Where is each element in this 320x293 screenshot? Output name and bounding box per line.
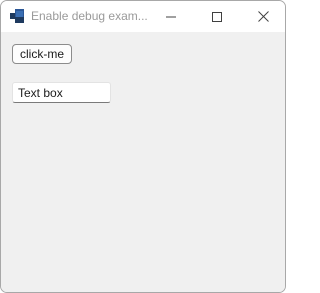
maximize-button[interactable]	[194, 1, 240, 32]
minimize-icon	[166, 12, 176, 22]
window-title: Enable debug exam...	[31, 9, 148, 23]
title-bar[interactable]: Enable debug exam...	[1, 1, 285, 32]
click-me-button[interactable]: click-me	[12, 44, 72, 64]
maximize-icon	[212, 11, 222, 22]
app-window-icon	[10, 9, 24, 23]
text-box-input[interactable]	[12, 82, 111, 103]
minimize-button[interactable]	[148, 1, 194, 32]
client-area: click-me	[1, 32, 285, 292]
app-window: Enable debug exam... click-me Text box	[0, 0, 286, 293]
close-icon	[257, 11, 269, 22]
close-button[interactable]	[240, 1, 285, 32]
